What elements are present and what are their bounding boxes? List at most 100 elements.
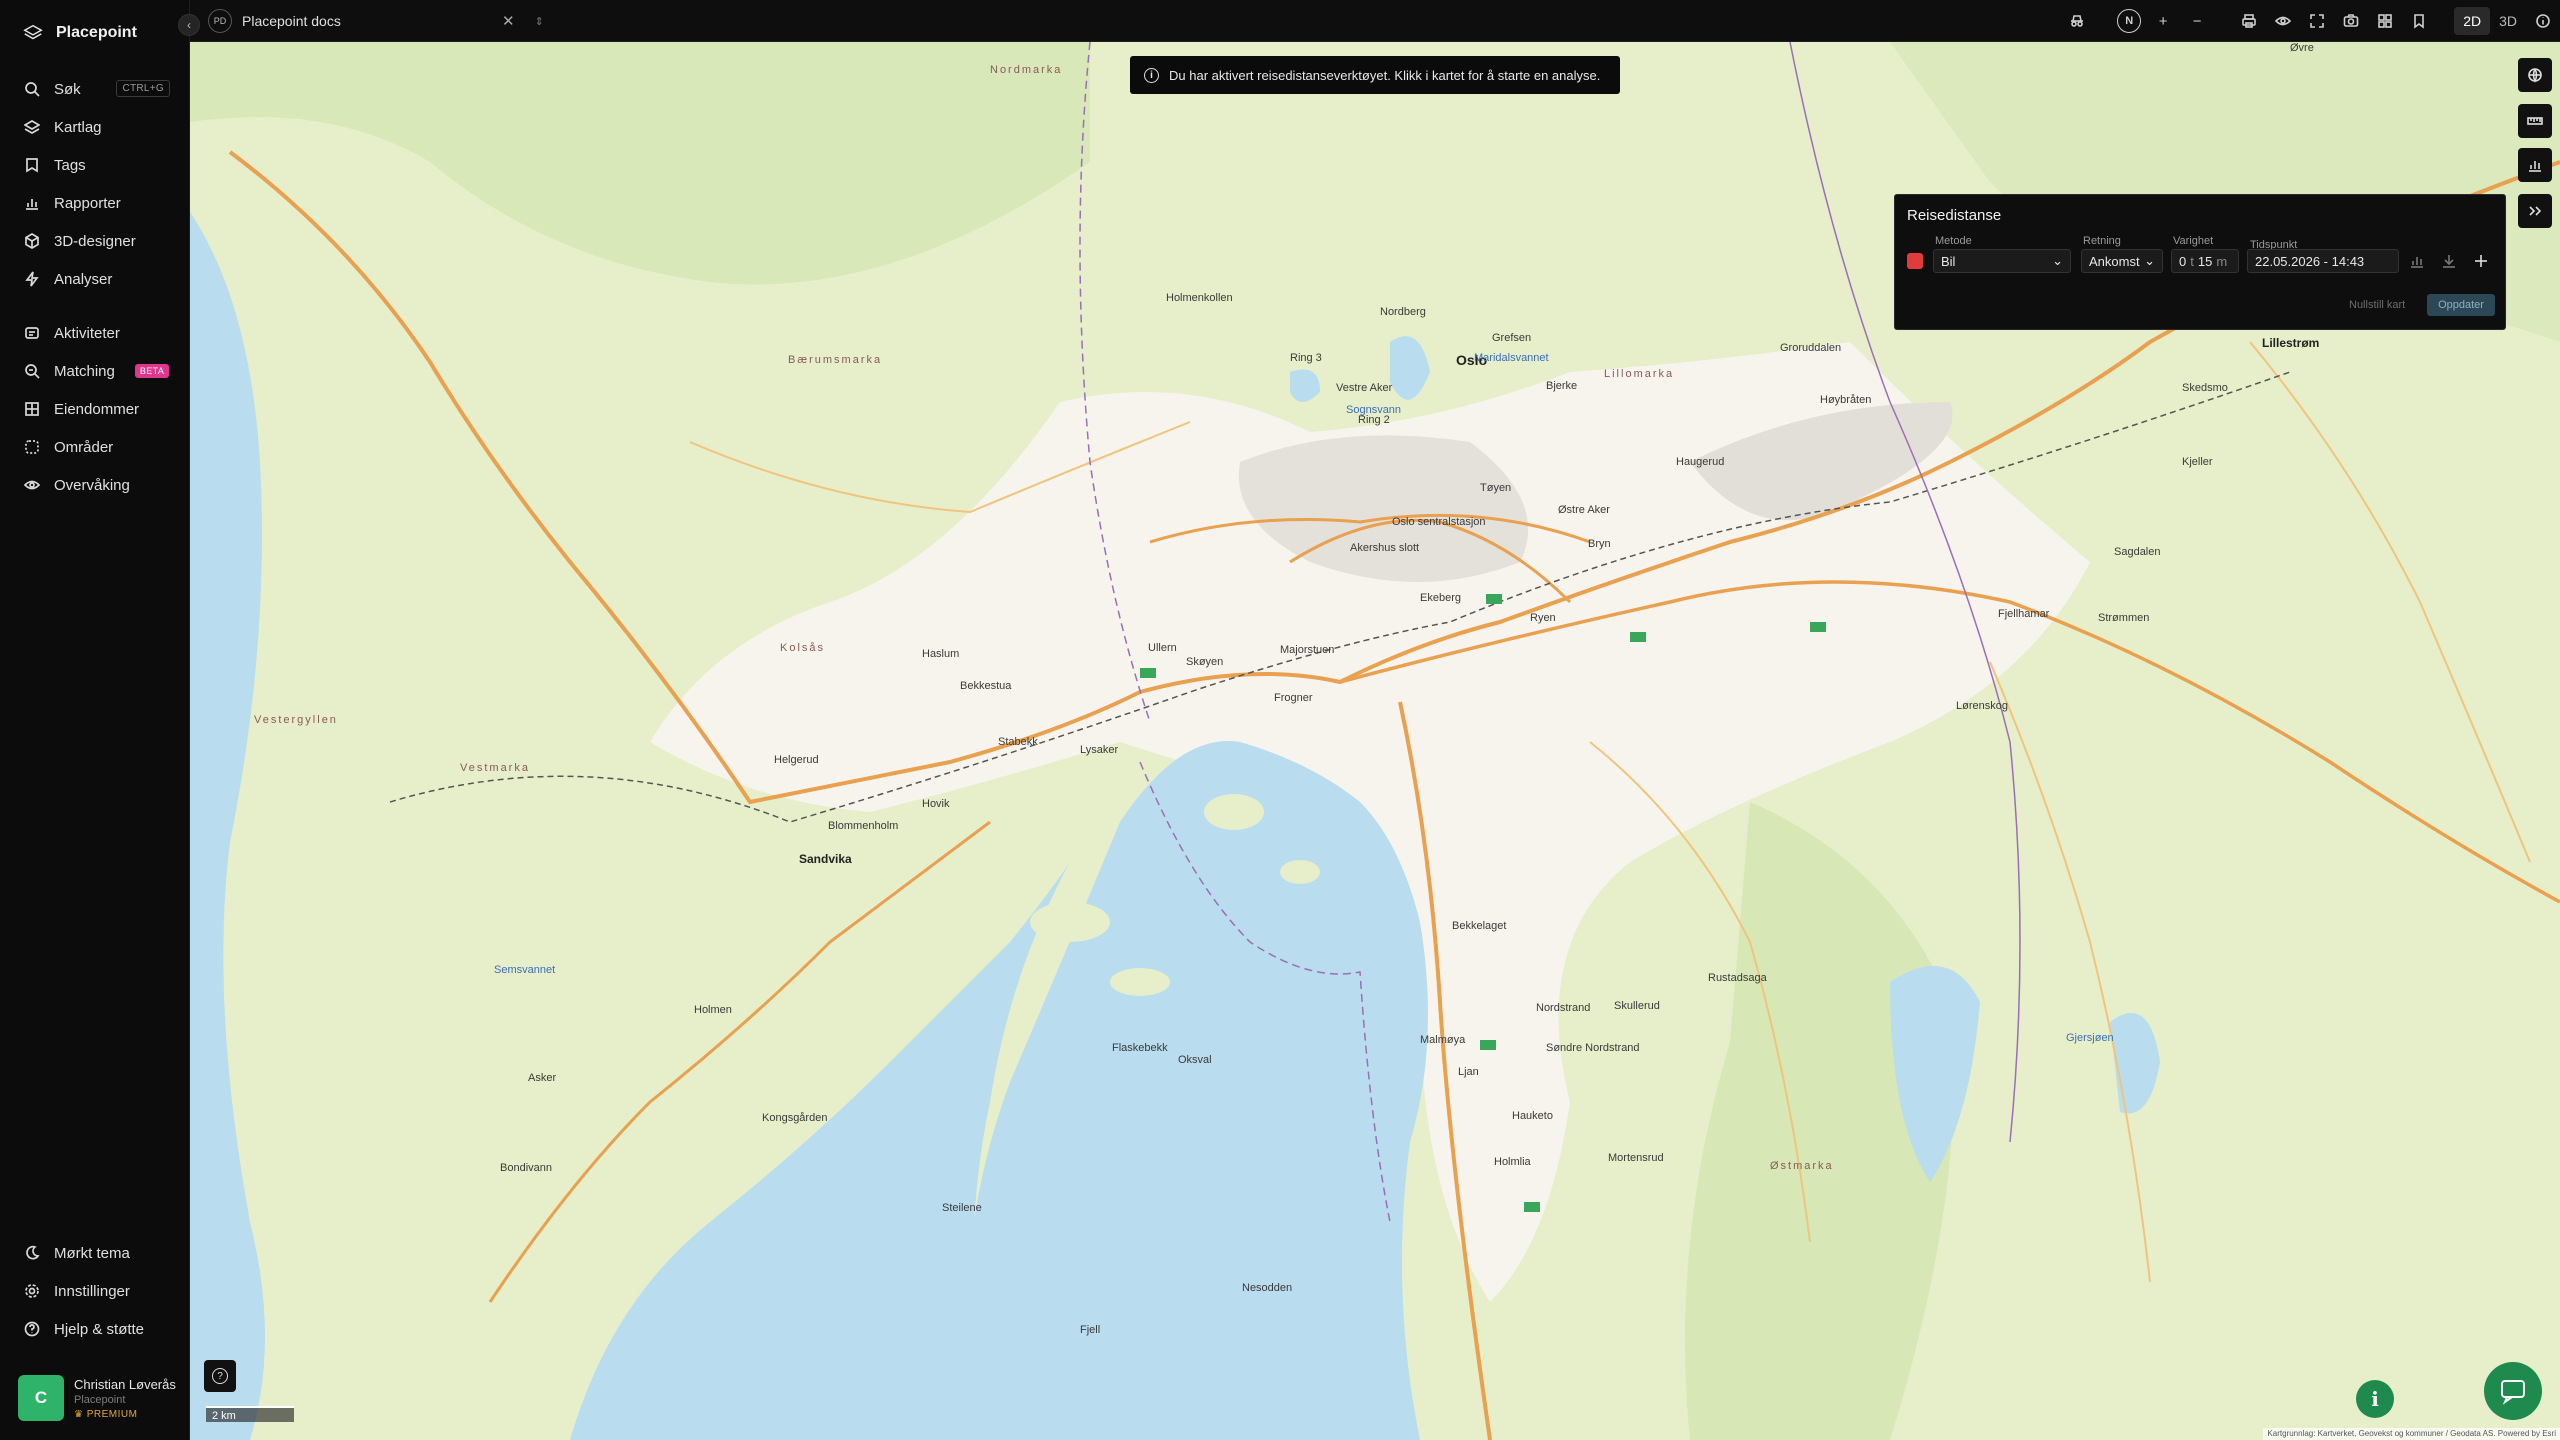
place-label: Bekkelaget xyxy=(1452,920,1507,932)
road-marker xyxy=(1524,1202,1540,1212)
map-canvas[interactable]: Oslo Lillestrøm Sandvika Vestre Aker Ring 3R… xyxy=(190,42,2560,1440)
grid-button[interactable] xyxy=(2368,0,2402,42)
compass-button[interactable]: N xyxy=(2112,0,2146,42)
zoom-out-button[interactable]: − xyxy=(2180,0,2214,42)
layers-tool-button[interactable] xyxy=(2518,58,2552,92)
hours-unit: t xyxy=(2190,253,2194,269)
stats-tool-button[interactable] xyxy=(2518,148,2552,182)
sidebar-item-kartlag[interactable]: Kartlag xyxy=(0,108,190,146)
doc-title: Placepoint docs xyxy=(242,13,341,29)
sidebar-item-label: Matching xyxy=(54,362,115,380)
sidebar-item-analyser[interactable]: Analyser xyxy=(0,260,190,298)
place-label: Nordberg xyxy=(1380,306,1426,318)
sidebar-item-settings[interactable]: Innstillinger xyxy=(0,1272,190,1310)
chevron-left-icon: ‹ xyxy=(187,18,191,32)
island xyxy=(1204,794,1264,830)
fullscreen-icon xyxy=(2310,14,2324,28)
place-label: Flaskebekk xyxy=(1112,1042,1168,1054)
minutes-value[interactable]: 15 xyxy=(2198,254,2212,269)
spy-button[interactable] xyxy=(2060,0,2094,42)
add-button[interactable] xyxy=(2473,253,2489,269)
info-icon: i xyxy=(2371,1387,2379,1411)
map-help-button[interactable]: ? xyxy=(204,1360,236,1392)
topbar: ‹ PD Placepoint docs ✕ ⇕ N + − 2D 3D xyxy=(178,0,2560,42)
method-select[interactable]: Bil ⌄ xyxy=(1933,249,2071,273)
document-tab[interactable]: PD Placepoint docs ✕ ⇕ xyxy=(208,6,544,36)
duration-label: Varighet xyxy=(2173,235,2214,247)
chart-icon xyxy=(26,199,38,210)
sidebar-item-eiendommer[interactable]: Eiendommer xyxy=(0,390,190,428)
map-attribution: Kartgrunnlag: Kartverket, Geovekst og ko… xyxy=(2263,1428,2560,1440)
info-fab-button[interactable]: i xyxy=(2356,1380,2394,1418)
zoom-in-button[interactable]: + xyxy=(2146,0,2180,42)
sidebar-item-label: Kartlag xyxy=(54,118,102,136)
top-toolbar: N + − 2D 3D xyxy=(2060,0,2560,42)
print-button[interactable] xyxy=(2232,0,2266,42)
brand[interactable]: Placepoint xyxy=(22,18,137,48)
sidebar-item-tags[interactable]: Tags xyxy=(0,146,190,184)
mode-3d-button[interactable]: 3D xyxy=(2490,7,2526,35)
tag-icon xyxy=(26,158,38,173)
place-label: Ryen xyxy=(1530,612,1556,624)
hours-value[interactable]: 0 xyxy=(2179,254,2186,269)
help-icon xyxy=(24,1321,40,1337)
mode-2d-button[interactable]: 2D xyxy=(2454,7,2491,35)
place-label: Sognsvann xyxy=(1346,404,1402,416)
place-label: Ring 3 xyxy=(1290,352,1322,364)
sidebar-item-overvaking[interactable]: Overvåking xyxy=(0,466,190,504)
view-button[interactable] xyxy=(2266,0,2300,42)
compass-icon: N xyxy=(2117,9,2142,33)
bookmark-button[interactable] xyxy=(2402,0,2436,42)
globe-layers-icon xyxy=(2528,68,2542,83)
sidebar-item-omrader[interactable]: Områder xyxy=(0,428,190,466)
direction-select[interactable]: Ankomst ⌄ xyxy=(2081,249,2163,273)
time-input[interactable]: 22.05.2026 - 14:43 xyxy=(2247,249,2399,273)
chart-button[interactable] xyxy=(2409,253,2425,269)
close-icon[interactable]: ✕ xyxy=(502,12,515,30)
user-info: Christian Løverås Placepoint ♛ PREMIUM xyxy=(74,1377,176,1420)
update-button[interactable]: Oppdater xyxy=(2427,294,2495,316)
sidebar-item-label: Analyser xyxy=(54,270,113,288)
sidebar-item-matching[interactable]: Matching BETA xyxy=(0,352,190,390)
measure-tool-button[interactable] xyxy=(2518,104,2552,138)
sidebar-item-dark-theme[interactable]: Mørkt tema xyxy=(0,1234,190,1272)
place-label: Bondivann xyxy=(500,1162,552,1174)
chat-fab-button[interactable] xyxy=(2484,1362,2542,1420)
user-card[interactable]: C Christian Løverås Placepoint ♛ PREMIUM xyxy=(18,1372,178,1424)
place-label: Akershus slott xyxy=(1350,542,1420,554)
chevron-updown-icon[interactable]: ⇕ xyxy=(535,15,544,28)
chevron-down-icon: ⌄ xyxy=(2144,253,2155,268)
sidebar-item-search[interactable]: Søk CTRL+G xyxy=(0,70,190,108)
screenshot-button[interactable] xyxy=(2334,0,2368,42)
car-icon xyxy=(1907,253,1923,269)
info-button[interactable] xyxy=(2526,0,2560,42)
activity-icon xyxy=(25,327,39,339)
road-marker xyxy=(1480,1040,1496,1050)
sidebar-item-rapporter[interactable]: Rapporter xyxy=(0,184,190,222)
fullscreen-button[interactable] xyxy=(2300,0,2334,42)
direction-value: Ankomst xyxy=(2089,253,2140,269)
duration-input[interactable]: 0 t 15 m xyxy=(2171,249,2239,273)
place-label: Ekeberg xyxy=(1420,592,1461,604)
collapse-panel-button[interactable] xyxy=(2518,194,2552,228)
place-label: Kolsås xyxy=(780,642,826,654)
sidebar-item-label: Søk xyxy=(54,80,81,98)
reset-map-button[interactable]: Nullstill kart xyxy=(2349,299,2405,311)
download-button[interactable] xyxy=(2441,253,2457,269)
place-label: Oslo sentralstasjon xyxy=(1392,516,1486,528)
place-label: Gjersjøen xyxy=(2066,1032,2114,1044)
sidebar-item-label: Innstillinger xyxy=(54,1282,130,1300)
sidebar-item-aktiviteter[interactable]: Aktiviteter xyxy=(0,314,190,352)
sidebar-item-3d-designer[interactable]: 3D-designer xyxy=(0,222,190,260)
place-label: Bjerke xyxy=(1546,380,1578,392)
minutes-unit: m xyxy=(2216,253,2228,269)
placepoint-logo-icon xyxy=(23,24,43,40)
place-label: Nordstrand xyxy=(1536,1002,1591,1014)
place-label: Bryn xyxy=(1588,538,1611,550)
layers-icon xyxy=(24,120,40,134)
place-label: Mortensrud xyxy=(1608,1152,1664,1164)
collapse-sidebar-button[interactable]: ‹ xyxy=(178,14,200,36)
travel-distance-panel: Reisedistanse Metode Bil ⌄ Retning Ankom… xyxy=(1894,194,2506,330)
spy-icon xyxy=(2071,15,2084,27)
sidebar-item-help[interactable]: Hjelp & støtte xyxy=(0,1310,190,1348)
